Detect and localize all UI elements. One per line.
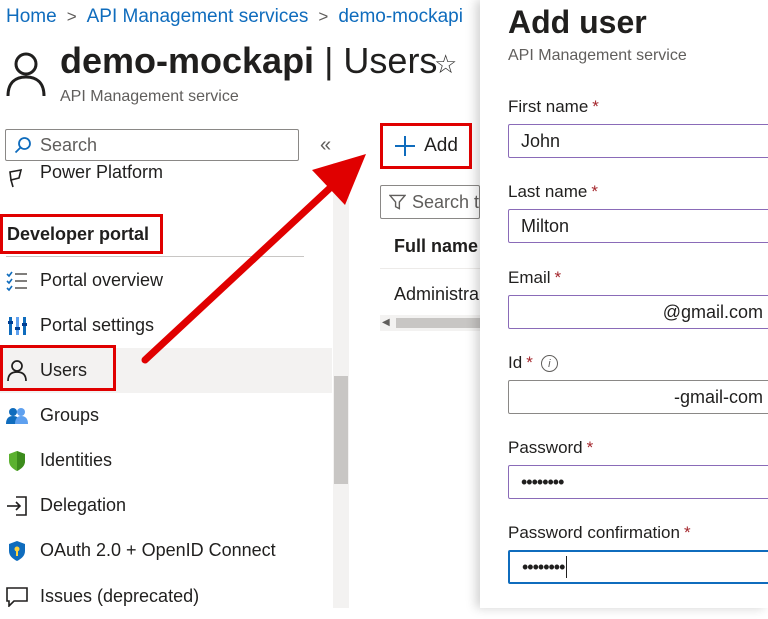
password-label: Password *: [508, 438, 593, 458]
first-name-label-text: First name: [508, 97, 589, 116]
id-field[interactable]: -gmail-com: [508, 380, 768, 414]
scroll-left-icon[interactable]: ◀: [382, 315, 390, 331]
id-label-text: Id: [508, 353, 523, 372]
password-field[interactable]: ••••••••: [508, 465, 768, 499]
shield-icon: [6, 450, 28, 472]
password-value: ••••••••: [521, 471, 564, 492]
password-confirmation-value: ••••••••: [522, 556, 565, 577]
user-icon: [6, 52, 46, 97]
sidebar-item-oauth[interactable]: OAuth 2.0 + OpenID Connect: [0, 528, 332, 573]
power-platform-icon: [6, 167, 28, 189]
id-value: -gmail-com: [673, 386, 763, 407]
list-check-icon: [6, 270, 28, 292]
filter-placeholder: Search t: [411, 191, 479, 212]
sidebar-item-issues[interactable]: Issues (deprecated): [0, 574, 332, 619]
sidebar-item-label: Power Platform: [40, 163, 164, 182]
password-confirmation-label: Password confirmation *: [508, 523, 691, 543]
breadcrumb-home[interactable]: Home: [6, 6, 57, 28]
required-mark: *: [554, 268, 562, 287]
panel-title: Add user: [508, 4, 647, 40]
text-caret: [566, 556, 568, 578]
chevron-right-icon: >: [318, 7, 329, 26]
id-label: Id * i: [508, 353, 558, 373]
sliders-icon: [6, 315, 28, 337]
password-label-text: Password: [508, 438, 583, 457]
section-divider: [6, 256, 304, 257]
sidebar-item-label: Identities: [40, 450, 113, 470]
last-name-value: Milton: [521, 215, 570, 236]
chevron-right-icon: >: [66, 7, 77, 26]
email-field[interactable]: @gmail.com: [508, 295, 768, 329]
section-developer-portal: Developer portal: [0, 214, 163, 254]
filter-users-input[interactable]: Search t: [380, 185, 480, 219]
filter-icon: [389, 194, 406, 210]
sign-in-icon: [6, 495, 28, 517]
last-name-label: Last name *: [508, 182, 598, 202]
sidebar-scrollbar-thumb[interactable]: [334, 376, 348, 484]
required-mark: *: [586, 438, 594, 457]
sidebar-item-label: Issues (deprecated): [40, 586, 200, 606]
required-mark: *: [591, 182, 599, 201]
comment-icon: [6, 586, 28, 608]
required-mark: *: [526, 353, 533, 372]
first-name-label: First name *: [508, 97, 599, 117]
email-value: @gmail.com: [662, 301, 763, 322]
sidebar-item-delegation[interactable]: Delegation: [0, 483, 332, 528]
panel-subtitle: API Management service: [508, 47, 687, 64]
breadcrumb-apim-services[interactable]: API Management services: [87, 6, 309, 28]
table-row[interactable]: Administra: [394, 284, 479, 305]
sidebar-item-portal-settings[interactable]: Portal settings: [0, 303, 332, 348]
sidebar-item-label: Portal overview: [40, 270, 164, 290]
info-icon[interactable]: i: [540, 355, 558, 373]
users-highlight-box: [0, 345, 116, 391]
email-label-text: Email: [508, 268, 551, 287]
sidebar-item-label: Delegation: [40, 495, 127, 515]
collapse-icon[interactable]: «: [320, 134, 331, 157]
search-placeholder: Search: [40, 134, 98, 155]
breadcrumb: Home > API Management services > demo-mo…: [6, 6, 463, 28]
column-divider: [380, 268, 480, 269]
page-title-resource: demo-mockapi: [60, 40, 315, 81]
sidebar-item-portal-overview[interactable]: Portal overview: [0, 258, 332, 303]
last-name-field[interactable]: Milton: [508, 209, 768, 243]
password-confirmation-label-text: Password confirmation: [508, 523, 680, 542]
shield-key-icon: [6, 540, 28, 562]
email-label: Email *: [508, 268, 561, 288]
sidebar-item-label: OAuth 2.0 + OpenID Connect: [40, 540, 276, 560]
required-mark: *: [592, 97, 599, 116]
page-title: demo-mockapi | Users: [60, 40, 437, 82]
sidebar-item-identities[interactable]: Identities: [0, 438, 332, 483]
sidebar-search-input[interactable]: Search: [5, 129, 299, 161]
sidebar-item-groups[interactable]: Groups: [0, 393, 332, 438]
first-name-value: John: [521, 130, 561, 151]
group-icon: [6, 405, 28, 427]
breadcrumb-demo-mockapi[interactable]: demo-mockapi: [338, 6, 463, 28]
page-title-section: Users: [343, 40, 438, 81]
add-user-button[interactable]: Add: [380, 123, 472, 169]
horizontal-scrollbar-thumb[interactable]: [396, 318, 480, 328]
password-confirmation-field[interactable]: ••••••••: [508, 550, 768, 584]
page-title-separator: |: [314, 40, 344, 81]
add-label: Add: [424, 135, 458, 156]
star-icon[interactable]: ☆: [434, 49, 457, 80]
column-header-full-name[interactable]: Full name: [394, 236, 478, 257]
last-name-label-text: Last name: [508, 182, 588, 201]
plus-icon: [395, 136, 416, 156]
sidebar-item-label: Groups: [40, 405, 100, 425]
sidebar-item-power-platform[interactable]: Power Platform: [0, 163, 332, 193]
sidebar-item-label: Portal settings: [40, 315, 155, 335]
first-name-field[interactable]: John: [508, 124, 768, 158]
search-icon: [14, 137, 31, 154]
page-subtitle: API Management service: [60, 88, 239, 105]
required-mark: *: [683, 523, 691, 542]
